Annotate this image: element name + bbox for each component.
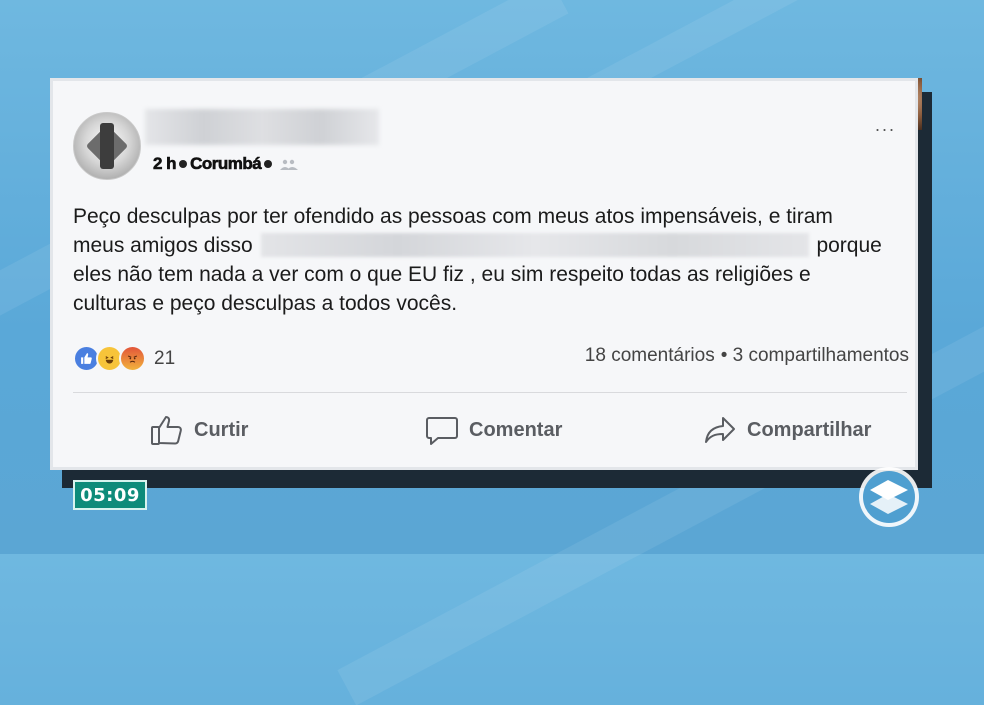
- engagement-counts: 18 comentários • 3 compartilhamentos: [585, 345, 909, 367]
- thumbs-up-icon: [151, 416, 182, 445]
- post-text-line: meus amigos disso porque: [73, 231, 913, 260]
- post-text-fragment: porque: [816, 234, 882, 257]
- angry-icon: [119, 345, 146, 372]
- share-icon: [705, 417, 735, 443]
- post-text-line: eles não tem nada a ver com o que EU fiz…: [73, 263, 811, 286]
- post-time[interactable]: 2 h: [153, 154, 177, 174]
- share-label: Compartilhar: [747, 418, 872, 441]
- post-body: Peço desculpas por ter ofendido as pesso…: [73, 202, 913, 318]
- like-label: Curtir: [194, 418, 249, 441]
- separator-dot: [264, 160, 273, 168]
- comments-count[interactable]: 18 comentários: [585, 345, 715, 367]
- tv-channel-logo: [859, 467, 919, 527]
- separator-dot: [179, 160, 188, 168]
- author-name-blurred: [145, 109, 379, 145]
- like-button[interactable]: Curtir: [150, 414, 248, 446]
- comment-label: Comentar: [469, 418, 563, 441]
- more-options-icon[interactable]: ...: [875, 115, 896, 136]
- reaction-count: 21: [154, 347, 176, 369]
- post-text-fragment: meus amigos disso: [73, 234, 253, 257]
- facebook-post-card: 2 h Corumbá ... Peço desculpas por ter o…: [50, 78, 918, 470]
- post-text-line: culturas e peço desculpas a todos vocês.: [73, 292, 458, 315]
- divider: [73, 392, 907, 393]
- share-button[interactable]: Compartilhar: [703, 414, 871, 446]
- blurred-text: [260, 233, 809, 257]
- audience-friends-icon: [280, 159, 299, 170]
- comment-button[interactable]: Comentar: [425, 414, 562, 446]
- broadcast-clock: 05:09: [73, 480, 147, 510]
- avatar[interactable]: [73, 112, 141, 180]
- post-text-line: Peço desculpas por ter ofendido as pesso…: [73, 205, 833, 228]
- shares-count[interactable]: • 3 compartilhamentos: [721, 345, 909, 367]
- reactions-summary[interactable]: 21: [73, 345, 175, 372]
- avatar-graphic: [100, 123, 114, 169]
- post-meta: 2 h Corumbá: [153, 154, 299, 174]
- comment-icon: [426, 417, 458, 445]
- post-location[interactable]: Corumbá: [190, 154, 262, 174]
